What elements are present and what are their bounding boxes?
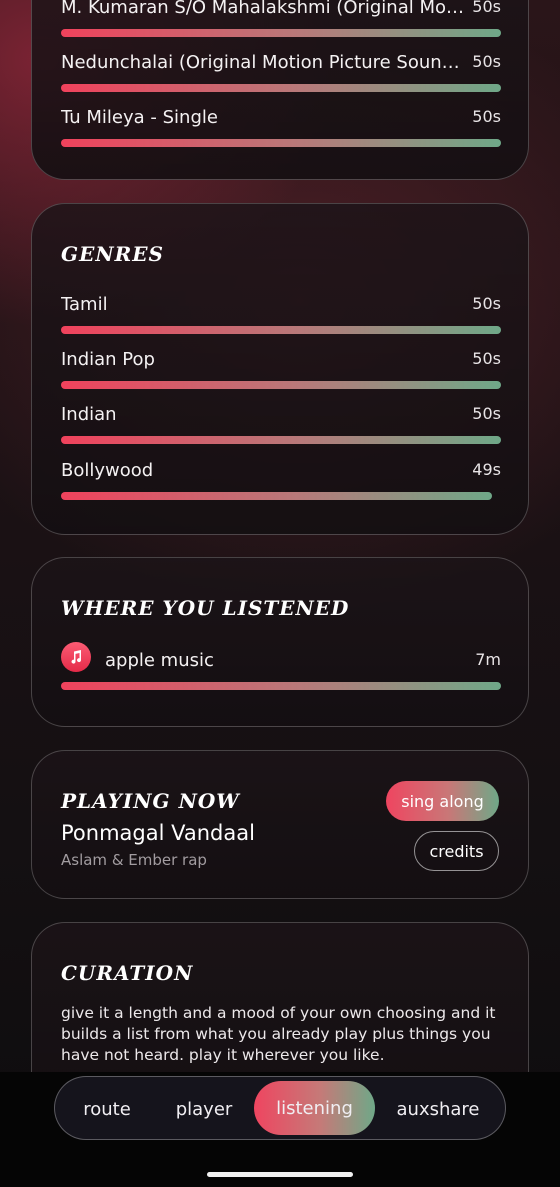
genre-duration: 50s bbox=[472, 349, 501, 368]
track-name: M. Kumaran S/O Mahalakshmi (Original Mot… bbox=[61, 0, 466, 18]
genre-name: Indian bbox=[61, 404, 117, 425]
genres-card: GENRES Tamil 50s Indian Pop 50s Indian 5… bbox=[31, 203, 529, 535]
tab-bar: route player listening auxshare bbox=[54, 1076, 506, 1140]
music-note-icon bbox=[61, 642, 91, 672]
progress-bar bbox=[61, 139, 501, 147]
track-duration: 50s bbox=[472, 107, 501, 126]
artist-name: Aslam & Ember rap bbox=[61, 851, 207, 869]
track-name: Nedunchalai (Original Motion Picture Sou… bbox=[61, 52, 466, 73]
where-you-listened-card: WHERE YOU LISTENED apple music 7m bbox=[31, 557, 529, 727]
source-duration: 7m bbox=[475, 650, 501, 669]
song-title: Ponmagal Vandaal bbox=[61, 821, 255, 845]
genre-name: Indian Pop bbox=[61, 349, 155, 370]
track-duration: 50s bbox=[472, 0, 501, 16]
card-title: GENRES bbox=[61, 242, 164, 266]
progress-bar bbox=[61, 492, 493, 500]
card-title: WHERE YOU LISTENED bbox=[61, 596, 350, 620]
genre-duration: 49s bbox=[472, 460, 501, 479]
credits-button[interactable]: credits bbox=[414, 831, 499, 871]
progress-bar bbox=[61, 381, 501, 389]
bottom-nav-area: route player listening auxshare bbox=[0, 1072, 560, 1187]
tab-auxshare[interactable]: auxshare bbox=[381, 1077, 495, 1141]
curation-description: give it a length and a mood of your own … bbox=[61, 1004, 496, 1064]
tab-route[interactable]: route bbox=[61, 1077, 153, 1141]
playing-now-card: PLAYING NOW Ponmagal Vandaal Aslam & Emb… bbox=[31, 750, 529, 899]
progress-bar bbox=[61, 84, 501, 92]
track-duration: 50s bbox=[472, 52, 501, 71]
progress-bar bbox=[61, 436, 501, 444]
genre-duration: 50s bbox=[472, 294, 501, 313]
genre-duration: 50s bbox=[472, 404, 501, 423]
track-name: Tu Mileya - Single bbox=[61, 107, 218, 128]
top-tracks-card: M. Kumaran S/O Mahalakshmi (Original Mot… bbox=[31, 0, 529, 180]
genre-name: Bollywood bbox=[61, 460, 154, 481]
progress-bar bbox=[61, 326, 501, 334]
tab-listening[interactable]: listening bbox=[254, 1081, 375, 1135]
genre-name: Tamil bbox=[61, 294, 108, 315]
tab-player[interactable]: player bbox=[159, 1077, 249, 1141]
sing-along-button[interactable]: sing along bbox=[386, 781, 499, 821]
home-indicator bbox=[207, 1172, 353, 1177]
card-title: CURATION bbox=[61, 961, 194, 985]
source-name: apple music bbox=[105, 650, 214, 671]
progress-bar bbox=[61, 682, 501, 690]
progress-bar bbox=[61, 29, 501, 37]
card-title: PLAYING NOW bbox=[61, 789, 240, 813]
